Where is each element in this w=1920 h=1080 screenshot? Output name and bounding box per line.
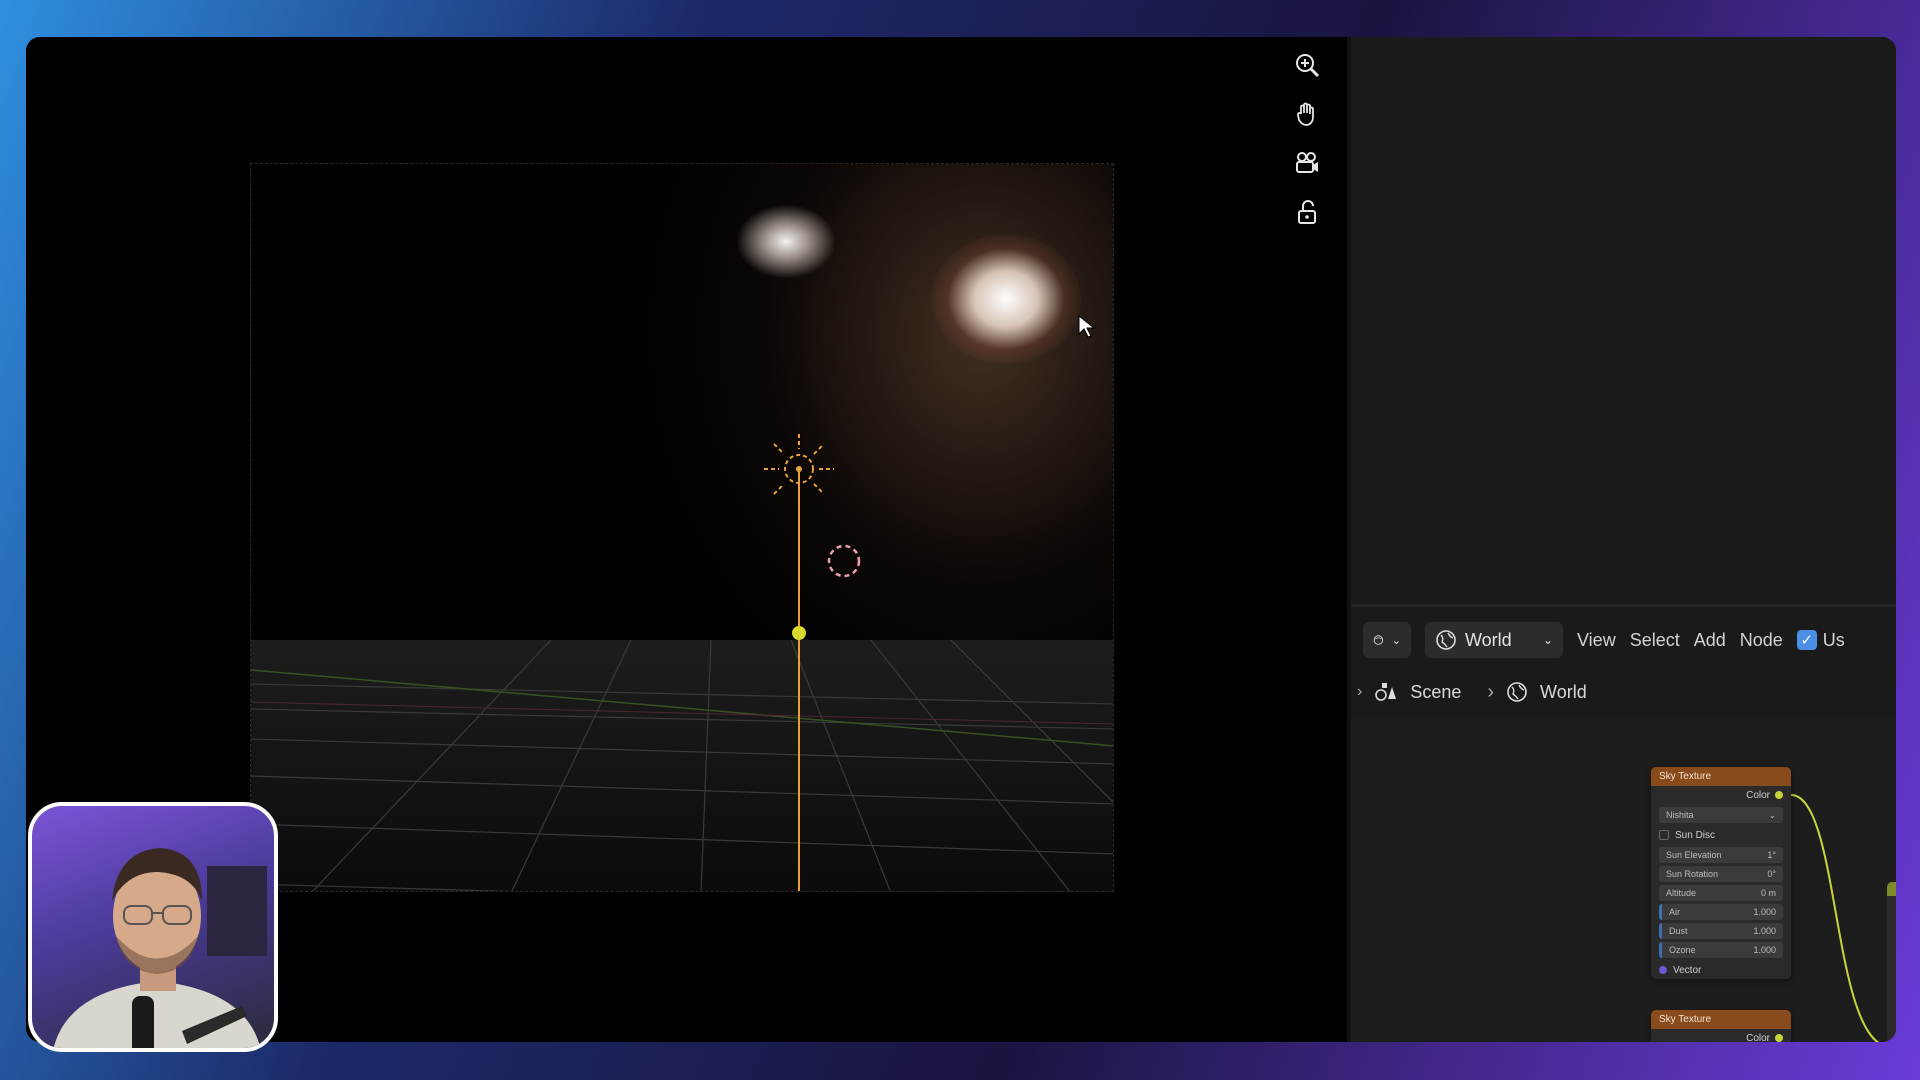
mix-node-partial[interactable] [1887, 882, 1896, 1042]
output-label: Color [1746, 789, 1770, 801]
chevron-right-icon: › [1357, 683, 1363, 700]
altitude-field[interactable]: Altitude 0 m [1659, 885, 1783, 901]
camera-render-region[interactable] [250, 163, 1114, 892]
field-label: Air [1669, 907, 1680, 917]
chevron-right-icon: › [1487, 680, 1495, 703]
node-title[interactable]: Sky Texture [1651, 1010, 1791, 1029]
use-nodes-label: Us [1822, 629, 1845, 650]
presenter-silhouette [53, 848, 267, 1048]
field-value: 1.000 [1753, 945, 1776, 955]
output-socket-row: Color [1651, 786, 1791, 804]
sky-texture-node[interactable]: Sky Texture Color Nishita ⌄ Sun Disc Sun… [1651, 767, 1791, 979]
node-title-bar [1887, 882, 1896, 896]
field-label: Sun Elevation [1666, 850, 1722, 860]
sky-texture-node[interactable]: Sky Texture Color Nishita ⌄ [1651, 1010, 1791, 1042]
camera-icon[interactable] [1287, 143, 1327, 183]
field-value: 1.000 [1753, 907, 1776, 917]
hand-icon[interactable] [1287, 94, 1327, 134]
sun-light-gizmo[interactable] [251, 164, 1114, 892]
world-selector-label: World [1465, 629, 1512, 650]
shader-globe-icon [1373, 635, 1384, 645]
chevron-down-icon: ⌄ [1542, 633, 1553, 647]
zoom-icon[interactable] [1287, 45, 1327, 85]
editor-type-dropdown[interactable]: ⌄ [1363, 622, 1411, 658]
color-socket-icon[interactable] [1775, 1034, 1783, 1042]
world-icon [1507, 682, 1527, 702]
sun-disc-row[interactable]: Sun Disc [1651, 826, 1791, 844]
output-socket-row: Color [1651, 1029, 1791, 1042]
breadcrumb-world[interactable]: World [1540, 682, 1587, 703]
color-socket-icon[interactable] [1775, 791, 1783, 799]
air-field[interactable]: Air 1.000 [1659, 904, 1783, 920]
sky-type-dropdown[interactable]: Nishita ⌄ [1659, 807, 1783, 823]
checkbox-icon[interactable] [1659, 830, 1669, 840]
presenter-webcam [28, 802, 278, 1052]
dust-field[interactable]: Dust 1.000 [1659, 923, 1783, 939]
field-value: 1° [1767, 850, 1776, 860]
vector-input-row: Vector [1651, 961, 1791, 979]
field-value: 0° [1767, 869, 1776, 879]
viewport-navigation-tools [1287, 45, 1331, 241]
panel-top-area [1351, 37, 1896, 607]
breadcrumb-scene[interactable]: Scene [1410, 682, 1461, 703]
field-label: Sun Rotation [1666, 869, 1719, 879]
right-panel: ⌄ World ⌄ View Select Add Node ✓ Us › Sc… [1347, 37, 1896, 1042]
field-value: 0 m [1760, 888, 1776, 898]
ozone-field[interactable]: Ozone 1.000 [1659, 942, 1783, 958]
breadcrumb: › Scene › World [1351, 675, 1587, 709]
menu-add[interactable]: Add [1694, 630, 1726, 651]
menu-select[interactable]: Select [1630, 630, 1680, 651]
menu-node[interactable]: Node [1740, 630, 1783, 651]
field-label: Ozone [1669, 945, 1696, 955]
checkbox-checked-icon: ✓ [1796, 630, 1817, 650]
sun-disc-label: Sun Disc [1675, 829, 1716, 841]
menu-view[interactable]: View [1577, 630, 1616, 651]
output-label: Color [1746, 1032, 1770, 1043]
sky-type-value: Nishita [1666, 810, 1694, 820]
sun-rotation-field[interactable]: Sun Rotation 0° [1659, 866, 1783, 882]
vector-socket-icon[interactable] [1659, 966, 1667, 974]
field-value: 1.000 [1753, 926, 1776, 936]
lock-icon[interactable] [1287, 192, 1327, 232]
node-links [1790, 794, 1880, 1042]
app-window: ⌄ World ⌄ View Select Add Node ✓ Us › Sc… [26, 37, 1896, 1042]
world-selector[interactable]: World ⌄ [1425, 622, 1563, 658]
node-title[interactable]: Sky Texture [1651, 767, 1791, 786]
sun-elevation-field[interactable]: Sun Elevation 1° [1659, 847, 1783, 863]
input-label: Vector [1673, 964, 1702, 976]
world-icon [1436, 630, 1456, 650]
use-nodes-toggle[interactable]: ✓ Us [1796, 629, 1845, 651]
mouse-cursor-icon [1078, 315, 1096, 338]
field-label: Altitude [1666, 888, 1697, 898]
scene-icon [1375, 683, 1397, 701]
field-label: Dust [1669, 926, 1688, 936]
node-canvas[interactable]: Sky Texture Color Nishita ⌄ Sun Disc Sun… [1351, 717, 1896, 1042]
node-editor-header: ⌄ World ⌄ View Select Add Node ✓ Us [1351, 620, 1896, 660]
chevron-down-icon: ⌄ [1768, 809, 1776, 820]
chevron-down-icon: ⌄ [1391, 634, 1401, 647]
